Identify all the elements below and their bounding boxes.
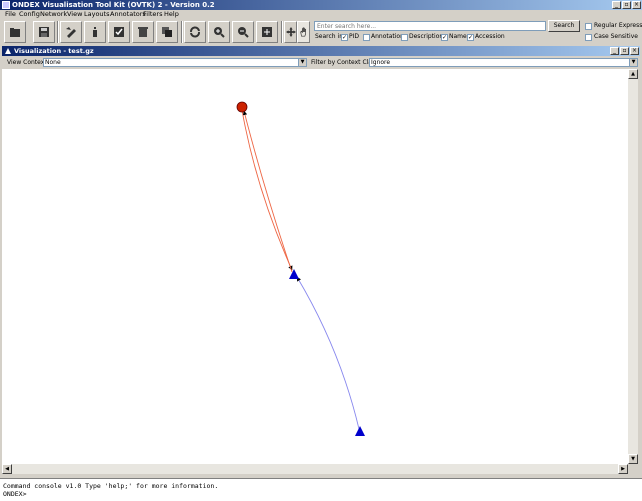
hand-icon	[300, 27, 306, 37]
pid-label: PID	[349, 33, 360, 40]
toolbar-separator	[57, 21, 59, 43]
refresh-icon	[190, 26, 200, 38]
menu-layouts[interactable]: Layouts	[84, 10, 109, 19]
filter-context-select[interactable]: Ignore ▼	[369, 58, 638, 67]
move-mode-button[interactable]	[284, 21, 297, 43]
checklist-icon	[114, 27, 124, 37]
toolbar-separator	[281, 21, 283, 43]
regex-checkbox[interactable]	[585, 23, 592, 30]
visualization-frame-title-bar: Visualization - test.gz _ ▫ ×	[2, 46, 640, 56]
graph-edge-blue[interactable]	[296, 276, 360, 430]
pid-checkbox[interactable]: ✓	[341, 34, 348, 41]
scroll-down-icon[interactable]: ▼	[628, 454, 638, 464]
frame-title: Visualization - test.gz	[14, 47, 94, 55]
graph-node-triangle-2[interactable]	[355, 426, 365, 436]
menu-help[interactable]: Help	[164, 10, 179, 19]
save-button[interactable]	[33, 21, 55, 43]
hand-mode-button[interactable]	[297, 21, 310, 43]
info-button[interactable]	[84, 21, 106, 43]
minimize-button[interactable]: _	[612, 1, 621, 9]
menu-network[interactable]: Network	[40, 10, 67, 19]
delete-button[interactable]	[132, 21, 154, 43]
title-bar: ONDEX Visualisation Tool Kit (OVTK) 2 - …	[0, 0, 642, 10]
view-context-select[interactable]: None ▼	[43, 58, 307, 67]
zoom-out-icon	[238, 27, 249, 38]
view-context-value: None	[45, 59, 61, 66]
scroll-left-icon[interactable]: ◀	[2, 464, 12, 474]
console-prompt[interactable]: ONDEX>	[3, 490, 26, 498]
menu-bar: File Config Network View Layouts Annotat…	[0, 10, 312, 19]
move-icon	[286, 27, 296, 37]
window-title: ONDEX Visualisation Tool Kit (OVTK) 2 - …	[12, 1, 215, 9]
accession-checkbox[interactable]: ✓	[467, 34, 474, 41]
fit-icon	[262, 27, 272, 37]
save-icon	[39, 27, 49, 37]
menu-annotators[interactable]: Annotators	[110, 10, 146, 19]
description-checkbox[interactable]	[401, 34, 408, 41]
command-console[interactable]: Command console v1.0 Type 'help;' for mo…	[0, 478, 642, 501]
frame-icon	[5, 48, 11, 54]
chevron-down-icon: ▼	[629, 59, 637, 66]
menu-view[interactable]: View	[67, 10, 82, 19]
open-button[interactable]	[4, 21, 26, 43]
graph-edge-red-1[interactable]	[241, 109, 293, 271]
fit-button[interactable]	[256, 21, 278, 43]
edit-button[interactable]	[60, 21, 82, 43]
filter-context-value: Ignore	[371, 59, 391, 66]
description-label: Description	[409, 33, 444, 40]
zoom-in-icon	[214, 27, 225, 38]
search-input[interactable]	[314, 21, 546, 31]
close-button[interactable]: ×	[632, 1, 641, 9]
name-label: Name	[449, 33, 467, 40]
vertical-scrollbar[interactable]: ▲ ▼	[628, 69, 638, 464]
scroll-right-icon[interactable]: ▶	[618, 464, 628, 474]
open-icon	[10, 28, 20, 37]
graph-edge-red-2[interactable]	[242, 110, 293, 273]
copy-button[interactable]	[156, 21, 178, 43]
annotation-checkbox[interactable]	[363, 34, 370, 41]
frame-minimize-button[interactable]: _	[610, 47, 619, 55]
menu-config[interactable]: Config	[19, 10, 40, 19]
copy-icon	[162, 27, 172, 37]
delete-icon	[138, 27, 148, 37]
menu-file[interactable]: File	[5, 10, 16, 19]
graph-svg	[236, 101, 365, 436]
console-info-line: Command console v1.0 Type 'help;' for mo…	[3, 482, 219, 490]
search-button[interactable]: Search	[548, 20, 580, 32]
case-sensitive-label: Case Sensitive	[594, 33, 638, 40]
accession-label: Accession	[475, 33, 505, 40]
chevron-down-icon: ▼	[298, 59, 306, 66]
refresh-button[interactable]	[184, 21, 206, 43]
graph-canvas[interactable]	[2, 69, 628, 464]
toolbar-separator	[181, 21, 183, 43]
graph-node-triangle-1[interactable]	[289, 269, 299, 279]
horizontal-scrollbar[interactable]: ◀ ▶	[2, 464, 628, 474]
app-icon	[2, 1, 10, 9]
edit-icon	[66, 27, 76, 38]
graph-node-circle[interactable]	[236, 101, 248, 113]
regex-label: Regular Expression	[594, 22, 642, 29]
frame-maximize-button[interactable]: ▫	[620, 47, 629, 55]
info-icon	[93, 27, 97, 37]
name-checkbox[interactable]: ✓	[441, 34, 448, 41]
checklist-button[interactable]	[108, 21, 130, 43]
zoom-in-button[interactable]	[208, 21, 230, 43]
frame-close-button[interactable]: ×	[630, 47, 639, 55]
annotation-label: Annotation	[371, 33, 404, 40]
scroll-up-icon[interactable]: ▲	[628, 69, 638, 79]
menu-filters[interactable]: Filters	[143, 10, 162, 19]
case-sensitive-checkbox[interactable]	[585, 34, 592, 41]
zoom-out-button[interactable]	[232, 21, 254, 43]
maximize-button[interactable]: ▫	[622, 1, 631, 9]
